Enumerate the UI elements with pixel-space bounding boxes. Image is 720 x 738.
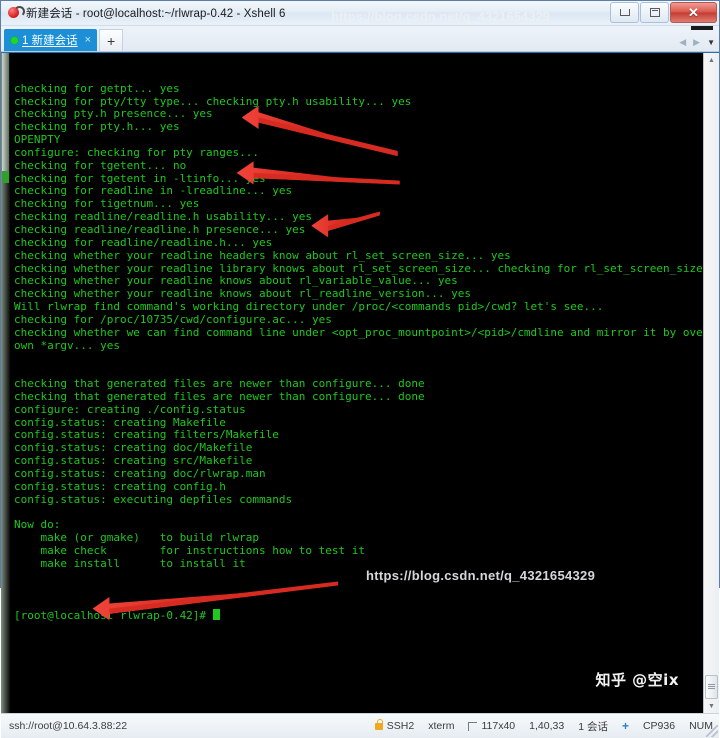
tab-prev-icon[interactable]: ◀ bbox=[679, 37, 686, 48]
tab-list-dropdown-icon[interactable]: ▼ bbox=[707, 38, 715, 47]
terminal-line: config.status: creating config.h bbox=[14, 479, 226, 493]
terminal-line: checking whether we can find command lin… bbox=[14, 325, 703, 339]
minimize-button[interactable] bbox=[610, 2, 639, 23]
status-right-group: SSH2 xterm 117x40 1,40,33 1 会话 + CP936 N… bbox=[374, 718, 713, 734]
terminal-screen[interactable]: checking for getpt... yes checking for pt… bbox=[10, 53, 703, 714]
tab-bar: 1 新建会话 × + ◀ ▶ ▼ bbox=[1, 26, 719, 52]
tab-close-icon[interactable]: × bbox=[85, 34, 91, 46]
terminal-line: checking for pty.h... yes bbox=[14, 120, 180, 134]
new-tab-button[interactable]: + bbox=[99, 29, 124, 51]
tab-nav-controls: ◀ ▶ ▼ bbox=[679, 37, 715, 48]
terminal-right-scrollbar[interactable]: ▲ ▼ bbox=[703, 53, 719, 714]
status-connection: ssh://root@10.64.3.88:22 bbox=[9, 720, 128, 733]
scrollbar-grip-icon bbox=[708, 684, 715, 691]
terminal-line: checking for getpt... yes bbox=[14, 81, 180, 95]
add-session-icon[interactable]: + bbox=[622, 719, 629, 733]
left-scrollbar-marker bbox=[2, 171, 9, 183]
terminal-line: checking for tgetent... no bbox=[14, 158, 187, 172]
terminal-prompt-line: [root@localhost rlwrap-0.42]# bbox=[14, 609, 703, 623]
window-title: 新建会话 - root@localhost:~/rlwrap-0.42 - Xs… bbox=[26, 8, 286, 20]
scroll-down-icon[interactable]: ▼ bbox=[704, 699, 719, 713]
xshell-logo-icon bbox=[7, 6, 25, 20]
shell-prompt: [root@localhost rlwrap-0.42]# bbox=[14, 609, 213, 623]
status-encoding: CP936 bbox=[642, 720, 676, 733]
lock-icon bbox=[374, 718, 383, 730]
tab-session-1[interactable]: 1 新建会话 × bbox=[4, 29, 98, 51]
left-scrollbar-thumb[interactable] bbox=[2, 53, 9, 171]
maximize-button[interactable] bbox=[640, 2, 669, 23]
terminal-line: configure: creating ./config.status bbox=[14, 402, 246, 416]
status-terminal-type: xterm bbox=[428, 720, 455, 733]
window-controls: ✕ bbox=[609, 2, 717, 23]
url-watermark-top: https://blog.csdn.net/q_4321654329 bbox=[331, 9, 550, 24]
close-button[interactable]: ✕ bbox=[670, 2, 717, 23]
terminal-line: Will rlwrap find command's working direc… bbox=[14, 300, 604, 314]
url-watermark: https://blog.csdn.net/q_4321654329 bbox=[366, 568, 596, 583]
scroll-up-icon[interactable]: ▲ bbox=[704, 53, 719, 67]
status-protocol: SSH2 bbox=[374, 718, 415, 733]
right-scrollbar-thumb[interactable] bbox=[705, 675, 718, 700]
terminal-area: checking for getpt... yes checking for pt… bbox=[1, 52, 719, 714]
terminal-output: checking for getpt... yes checking for pt… bbox=[14, 81, 703, 584]
status-size-label: 117x40 bbox=[481, 720, 516, 733]
terminal-line: own *argv... yes bbox=[14, 338, 120, 352]
terminal-line: checking for /proc/10735/cwd/configure.a… bbox=[14, 312, 332, 326]
terminal-line: configure: checking for pty ranges... bbox=[14, 145, 260, 159]
status-cursor-position: 1,40,33 bbox=[529, 720, 565, 733]
tabbar-decoration bbox=[691, 26, 713, 30]
status-bar: ssh://root@10.64.3.88:22 SSH2 xterm 117x… bbox=[1, 713, 719, 738]
status-size: 117x40 bbox=[468, 720, 515, 732]
terminal-line: OPENPTY bbox=[14, 133, 61, 147]
terminal-cursor bbox=[212, 609, 220, 621]
screen-size-icon bbox=[468, 721, 478, 731]
minimize-icon bbox=[619, 9, 630, 16]
status-protocol-label: SSH2 bbox=[386, 720, 415, 733]
terminal-line: checking that generated files are newer … bbox=[14, 377, 425, 391]
terminal-line: checking whether your readline headers k… bbox=[14, 248, 511, 262]
xshell-window: 新建会话 - root@localhost:~/rlwrap-0.42 - Xs… bbox=[0, 0, 720, 738]
terminal-left-scrollbar[interactable] bbox=[1, 53, 10, 714]
tab-label: 1 新建会话 bbox=[22, 35, 78, 47]
close-icon: ✕ bbox=[688, 5, 699, 20]
resize-grip-icon[interactable] bbox=[706, 725, 718, 738]
zhihu-watermark: 知乎 @空ix bbox=[595, 671, 679, 690]
maximize-icon bbox=[649, 8, 660, 17]
tab-next-icon[interactable]: ▶ bbox=[693, 37, 700, 48]
terminal-line: checking that generated files are newer … bbox=[14, 389, 425, 403]
terminal-line: checking for readline/readline.h... yes bbox=[14, 235, 273, 249]
terminal-line: config.status: executing depfiles comman… bbox=[14, 492, 293, 506]
terminal-line: checking readline/readline.h presence...… bbox=[14, 222, 306, 236]
status-sessions: 1 会话 bbox=[578, 720, 608, 733]
terminal-line: make check for instructions how to test … bbox=[14, 544, 365, 558]
terminal-line: config.status: creating doc/rlwrap.man bbox=[14, 467, 266, 480]
session-connected-icon bbox=[11, 36, 18, 44]
terminal-line: make install to install it bbox=[14, 556, 246, 570]
